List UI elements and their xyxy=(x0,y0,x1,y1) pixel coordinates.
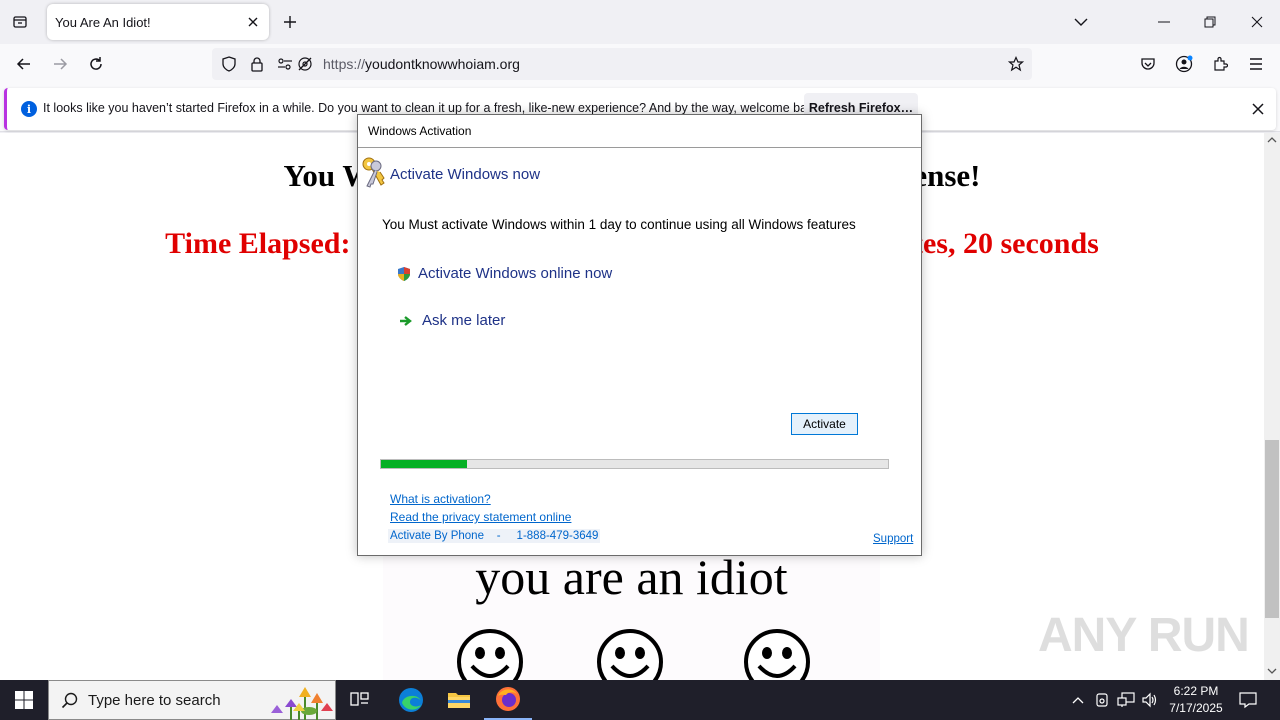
device-icon[interactable] xyxy=(1092,690,1112,710)
list-all-tabs-icon[interactable] xyxy=(8,10,32,34)
edge-browser-icon[interactable] xyxy=(387,680,435,720)
windows-taskbar: Type here to search 6:22 PM 7/17/2025 xyxy=(0,680,1280,720)
navigation-toolbar: https://youdontknowwhoiam.org xyxy=(0,44,1280,84)
search-highlight-flowers-icon xyxy=(271,687,333,720)
windows-start-icon[interactable] xyxy=(0,680,48,720)
scroll-up-icon[interactable] xyxy=(1267,137,1277,143)
dialog-heading: Activate Windows now xyxy=(390,166,541,183)
account-icon[interactable] xyxy=(1170,50,1198,78)
taskbar-search-box[interactable]: Type here to search xyxy=(48,680,336,720)
back-icon[interactable] xyxy=(10,50,38,78)
ask-me-later-option[interactable]: Ask me later xyxy=(398,312,505,329)
close-notification-icon[interactable] xyxy=(1247,98,1269,120)
info-icon: i xyxy=(21,101,37,117)
file-explorer-icon[interactable] xyxy=(435,680,483,720)
smiley-face-icon xyxy=(457,629,523,680)
activate-button[interactable]: Activate xyxy=(791,413,858,435)
close-tab-icon[interactable] xyxy=(241,10,265,34)
show-hidden-icons-chevron-icon[interactable] xyxy=(1068,690,1088,710)
pocket-icon[interactable] xyxy=(1134,50,1162,78)
url-bar[interactable]: https://youdontknowwhoiam.org xyxy=(212,48,1032,80)
restore-icon[interactable] xyxy=(1187,0,1233,44)
taskbar-clock[interactable]: 6:22 PM 7/17/2025 xyxy=(1160,683,1232,717)
network-icon[interactable] xyxy=(1116,690,1136,710)
smiley-face-icon xyxy=(597,629,663,680)
anyrun-watermark: ANY RUN xyxy=(1038,609,1250,662)
new-tab-icon[interactable] xyxy=(278,10,302,34)
browser-tab[interactable]: You Are An Idiot! xyxy=(47,4,269,40)
shield-icon xyxy=(396,266,412,282)
minimize-icon[interactable] xyxy=(1141,0,1187,44)
bookmark-star-icon[interactable] xyxy=(1006,54,1026,74)
lock-icon[interactable] xyxy=(247,54,267,74)
idiot-banner: you are an idiot xyxy=(383,548,880,680)
clock-time: 6:22 PM xyxy=(1173,684,1219,698)
activate-online-label: Activate Windows online now xyxy=(418,265,613,282)
smiley-face-icon xyxy=(744,629,810,680)
reload-icon[interactable] xyxy=(82,50,110,78)
privacy-statement-link[interactable]: Read the privacy statement online xyxy=(390,510,571,524)
idiot-text: you are an idiot xyxy=(475,549,788,605)
green-arrow-icon xyxy=(398,313,414,329)
task-view-icon[interactable] xyxy=(336,680,384,720)
what-is-activation-link[interactable]: What is activation? xyxy=(390,492,491,506)
activate-online-option[interactable]: Activate Windows online now xyxy=(396,265,612,282)
progress-fill xyxy=(381,460,468,468)
activation-progress-bar xyxy=(380,459,889,469)
windows-activation-dialog: Windows Activation Activate Windows now … xyxy=(357,114,922,556)
search-placeholder: Type here to search xyxy=(88,692,221,709)
dialog-titlebar[interactable]: Windows Activation xyxy=(358,115,921,148)
activation-message: You Must activate Windows within 1 day t… xyxy=(382,217,856,232)
scroll-down-icon[interactable] xyxy=(1267,668,1277,674)
firefox-taskbar-icon[interactable] xyxy=(484,680,532,720)
permissions-icon[interactable] xyxy=(275,54,295,74)
tab-title: You Are An Idiot! xyxy=(55,14,151,30)
notification-message: It looks like you haven’t started Firefo… xyxy=(43,101,824,115)
scrollbar-thumb[interactable] xyxy=(1265,440,1279,618)
keys-icon xyxy=(362,157,385,188)
menu-hamburger-icon[interactable] xyxy=(1242,50,1270,78)
support-link[interactable]: Support xyxy=(873,533,913,545)
tracking-shield-icon[interactable] xyxy=(219,54,239,74)
url-text[interactable]: https://youdontknowwhoiam.org xyxy=(323,56,520,72)
extensions-icon[interactable] xyxy=(1206,50,1234,78)
forward-icon[interactable] xyxy=(46,50,74,78)
search-icon xyxy=(61,692,78,709)
tab-overflow-chevron-icon[interactable] xyxy=(1058,0,1104,44)
close-window-icon[interactable] xyxy=(1234,0,1280,44)
activate-by-phone-link[interactable]: Activate By Phone - 1-888-479-3649 xyxy=(388,529,601,543)
volume-icon[interactable] xyxy=(1140,690,1160,710)
dialog-title: Windows Activation xyxy=(368,124,472,138)
clock-date: 7/17/2025 xyxy=(1169,701,1223,715)
tab-strip: You Are An Idiot! xyxy=(0,0,1280,44)
blocked-media-icon[interactable] xyxy=(295,54,315,74)
ask-me-later-label: Ask me later xyxy=(422,312,506,329)
notifications-icon[interactable] xyxy=(1238,690,1258,710)
